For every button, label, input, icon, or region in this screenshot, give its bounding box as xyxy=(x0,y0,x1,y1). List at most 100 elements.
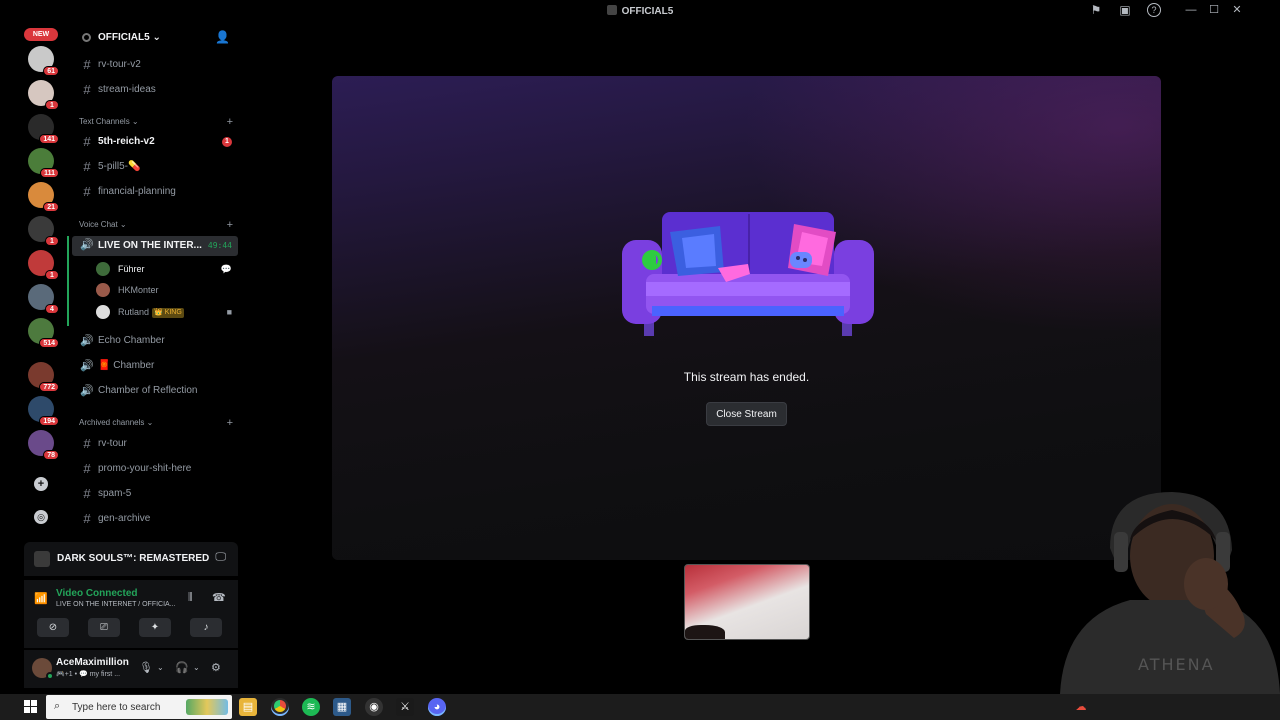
server-icon[interactable]: 514 xyxy=(28,318,59,348)
inbox-icon[interactable]: ▣ xyxy=(1118,3,1132,17)
window-title: OFFICIAL5 xyxy=(0,5,1280,17)
channel-item[interactable]: 🔊 🧧 Chamber xyxy=(78,356,238,376)
channel-item[interactable]: # stream-ideas xyxy=(78,80,238,100)
help-icon[interactable]: ? xyxy=(1147,3,1161,17)
obs-icon[interactable]: ◉ xyxy=(365,698,383,716)
file-explorer-icon[interactable]: ▤ xyxy=(239,698,257,716)
stream-game-icon[interactable]: 🖵 xyxy=(215,551,226,564)
create-channel-icon[interactable]: + xyxy=(227,416,233,430)
activities-button[interactable]: ✦ xyxy=(139,618,171,637)
text-channel-icon: # xyxy=(83,486,91,501)
maximize-button[interactable]: ☐ xyxy=(1203,2,1225,18)
soundboard-button[interactable]: ♪ xyxy=(190,618,222,637)
chrome-icon[interactable] xyxy=(271,698,289,716)
server-icon[interactable]: 111 xyxy=(28,148,59,178)
voice-user-name: HKMonter xyxy=(118,285,159,295)
flag-icon[interactable]: ⚑ xyxy=(1089,3,1103,17)
game-name: DARK SOULS™: REMASTERED xyxy=(57,553,210,564)
minimize-button[interactable]: — xyxy=(1180,2,1202,18)
close-stream-button[interactable]: Close Stream xyxy=(706,402,787,426)
channel-name: promo-your-shit-here xyxy=(98,463,192,474)
spotify-icon[interactable]: ≋ xyxy=(302,698,320,716)
active-voice-channel[interactable]: 🔊 LIVE ON THE INTER... 49:44 xyxy=(72,236,238,256)
text-channel-icon: # xyxy=(83,461,91,476)
guild-header[interactable]: OFFICIAL5 ⌄ 👤 xyxy=(68,28,244,48)
tray-icon[interactable]: ☁ xyxy=(1072,698,1090,716)
avatar[interactable] xyxy=(32,658,54,680)
game-app-icon[interactable]: ⚔ xyxy=(396,698,414,716)
invite-people-icon[interactable]: 👤 xyxy=(215,30,230,44)
text-channel-icon: # xyxy=(83,159,91,174)
search-icon: ⌕ xyxy=(54,700,61,712)
taskbar-search[interactable]: ⌕ Type here to search xyxy=(46,695,232,719)
channel-name: 🧧 Chamber xyxy=(98,360,155,371)
explore-servers-icon[interactable]: ◎ xyxy=(34,510,48,524)
channel-name: rv-tour-v2 xyxy=(98,59,141,70)
windows-start-icon[interactable] xyxy=(24,700,38,714)
voice-user-label: Führer xyxy=(118,260,145,278)
close-window-button[interactable]: ✕ xyxy=(1226,2,1248,18)
server-icon[interactable]: 1 xyxy=(28,80,59,110)
voice-user[interactable]: Führer 💬 xyxy=(96,260,236,278)
channel-item[interactable]: # promo-your-shit-here xyxy=(78,459,238,479)
add-server-icon[interactable]: + xyxy=(34,477,48,491)
category-archived-channels[interactable]: Archived channels ⌄ + xyxy=(79,416,239,430)
channel-name: Echo Chamber xyxy=(98,335,165,346)
create-channel-icon[interactable]: + xyxy=(227,115,233,129)
username[interactable]: AceMaximillion xyxy=(56,657,129,668)
channel-item[interactable]: 🔊 Echo Chamber xyxy=(78,331,238,351)
voice-channel-icon: 🔊 xyxy=(80,360,94,372)
microphone-icon[interactable]: 🎙 xyxy=(139,661,153,674)
voice-status[interactable]: Video Connected xyxy=(56,588,138,599)
channel-item[interactable]: 🔊 Chamber of Reflection xyxy=(78,381,238,401)
server-icon[interactable]: 61 xyxy=(28,46,59,76)
create-channel-icon[interactable]: + xyxy=(227,218,233,232)
channel-item[interactable]: # gen-archive xyxy=(78,509,238,529)
server-icon[interactable]: 141 xyxy=(28,114,59,144)
discord-icon[interactable]: ◕ xyxy=(428,698,446,716)
camera-off-button[interactable]: ⊘ xyxy=(37,618,69,637)
server-mention-badge: 4 xyxy=(45,304,59,314)
category-label: Archived channels xyxy=(79,418,145,427)
app-icon[interactable]: ▦ xyxy=(333,698,351,716)
channel-item[interactable]: # financial-planning xyxy=(78,182,238,202)
voice-channel-path[interactable]: LIVE ON THE INTERNET / OFFICIA... xyxy=(56,601,176,608)
category-voice-chat[interactable]: Voice Chat ⌄ + xyxy=(79,218,239,232)
avatar xyxy=(96,305,110,319)
server-icon xyxy=(606,5,617,15)
signal-icon[interactable]: 📶 xyxy=(34,592,48,605)
server-icon[interactable]: 21 xyxy=(28,182,59,212)
channel-item[interactable]: # rv-tour-v2 xyxy=(78,55,238,75)
mic-options-chevron-icon[interactable]: ⌄ xyxy=(157,663,164,672)
server-mention-badge: 21 xyxy=(43,202,59,212)
audio-options-chevron-icon[interactable]: ⌄ xyxy=(193,663,200,672)
category-text-channels[interactable]: Text Channels ⌄ + xyxy=(79,115,239,129)
server-icon[interactable]: 4 xyxy=(28,284,59,314)
channel-name: gen-archive xyxy=(98,513,151,524)
channel-item[interactable]: #5th-reich-v2 1 xyxy=(78,132,238,152)
video-thumbnail[interactable] xyxy=(684,564,810,640)
server-icon[interactable]: 1 xyxy=(28,216,59,246)
server-icon[interactable]: 772 xyxy=(28,362,59,392)
text-channel-icon: # xyxy=(83,511,91,526)
voice-user[interactable]: Rutland 👑 KING ■ xyxy=(96,303,236,321)
settings-gear-icon[interactable]: ⚙ xyxy=(211,661,221,674)
user-tag: 👑 KING xyxy=(152,308,184,318)
voice-user-name: Rutland xyxy=(118,307,150,317)
channel-item[interactable]: #5-pill5-💊 xyxy=(78,157,238,177)
voice-user[interactable]: HKMonter xyxy=(96,281,236,299)
noise-suppression-icon[interactable]: ⫼ xyxy=(188,592,193,603)
screen-share-button[interactable]: ⎚ xyxy=(88,618,120,637)
disconnect-icon[interactable]: ☎ xyxy=(212,591,226,604)
channel-item[interactable]: # spam-5 xyxy=(78,484,238,504)
server-mention-badge: 772 xyxy=(39,382,59,392)
svg-text:ATHENA: ATHENA xyxy=(1138,655,1215,674)
headphones-icon[interactable]: 🎧 xyxy=(175,661,189,674)
channel-item[interactable]: # rv-tour xyxy=(78,434,238,454)
server-icon[interactable]: 1 xyxy=(28,250,59,280)
server-icon[interactable]: 78 xyxy=(28,430,59,460)
server-icon[interactable]: 194 xyxy=(28,396,59,426)
window-title-text: OFFICIAL5 xyxy=(621,6,674,17)
voice-user-label: Rutland 👑 KING xyxy=(118,303,184,321)
voice-user-label: HKMonter xyxy=(118,281,159,299)
